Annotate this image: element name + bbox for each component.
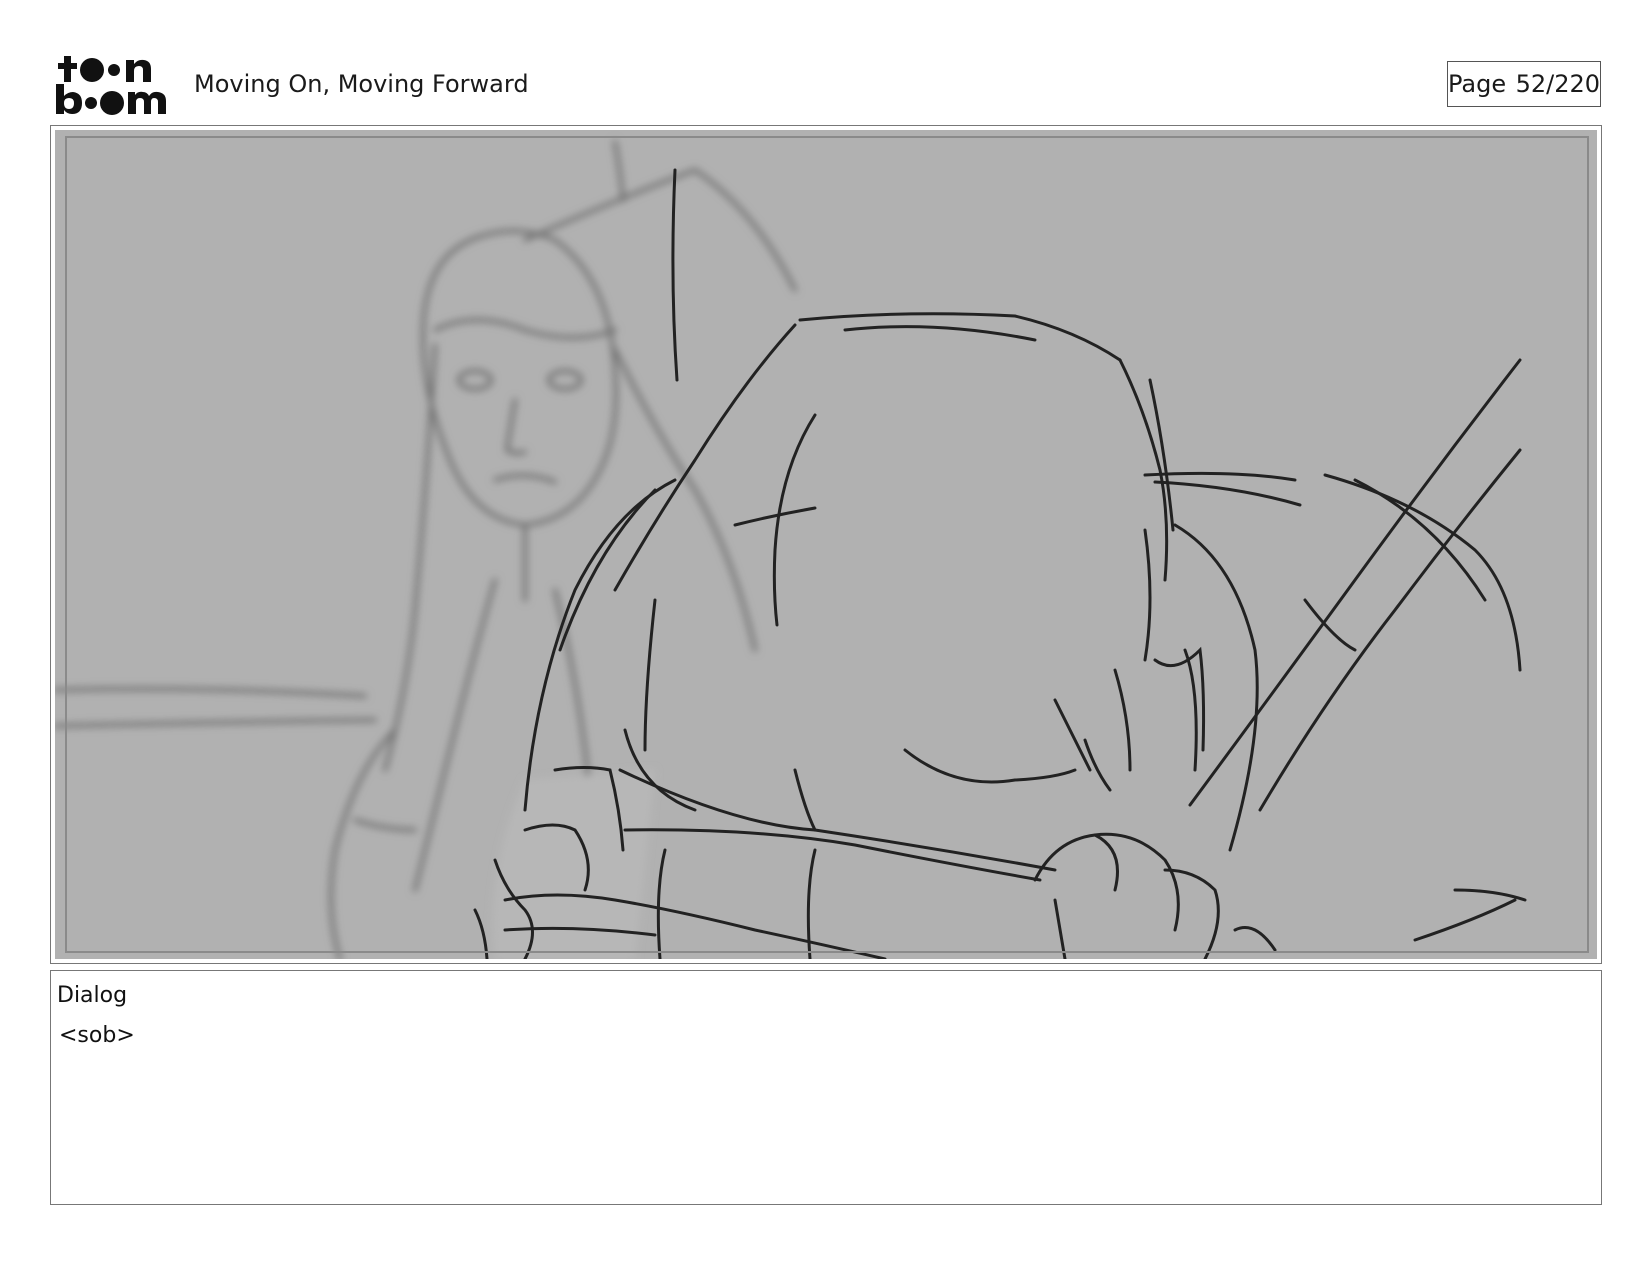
project-title: Moving On, Moving Forward	[194, 70, 529, 98]
toon-boom-logo-icon	[56, 56, 166, 115]
dialog-text: <sob>	[59, 1023, 135, 1048]
sketch-drawing	[55, 130, 1597, 959]
dialog-label: Dialog	[57, 983, 128, 1008]
dialog-box: Dialog <sob>	[50, 970, 1602, 1205]
page-indicator: Page 52/220	[1447, 61, 1601, 107]
toon-boom-logo	[54, 52, 172, 116]
storyboard-panel-image	[55, 130, 1597, 959]
storyboard-panel-frame	[50, 125, 1602, 964]
page-number: 52/220	[1515, 70, 1600, 98]
page-label: Page	[1448, 70, 1507, 98]
